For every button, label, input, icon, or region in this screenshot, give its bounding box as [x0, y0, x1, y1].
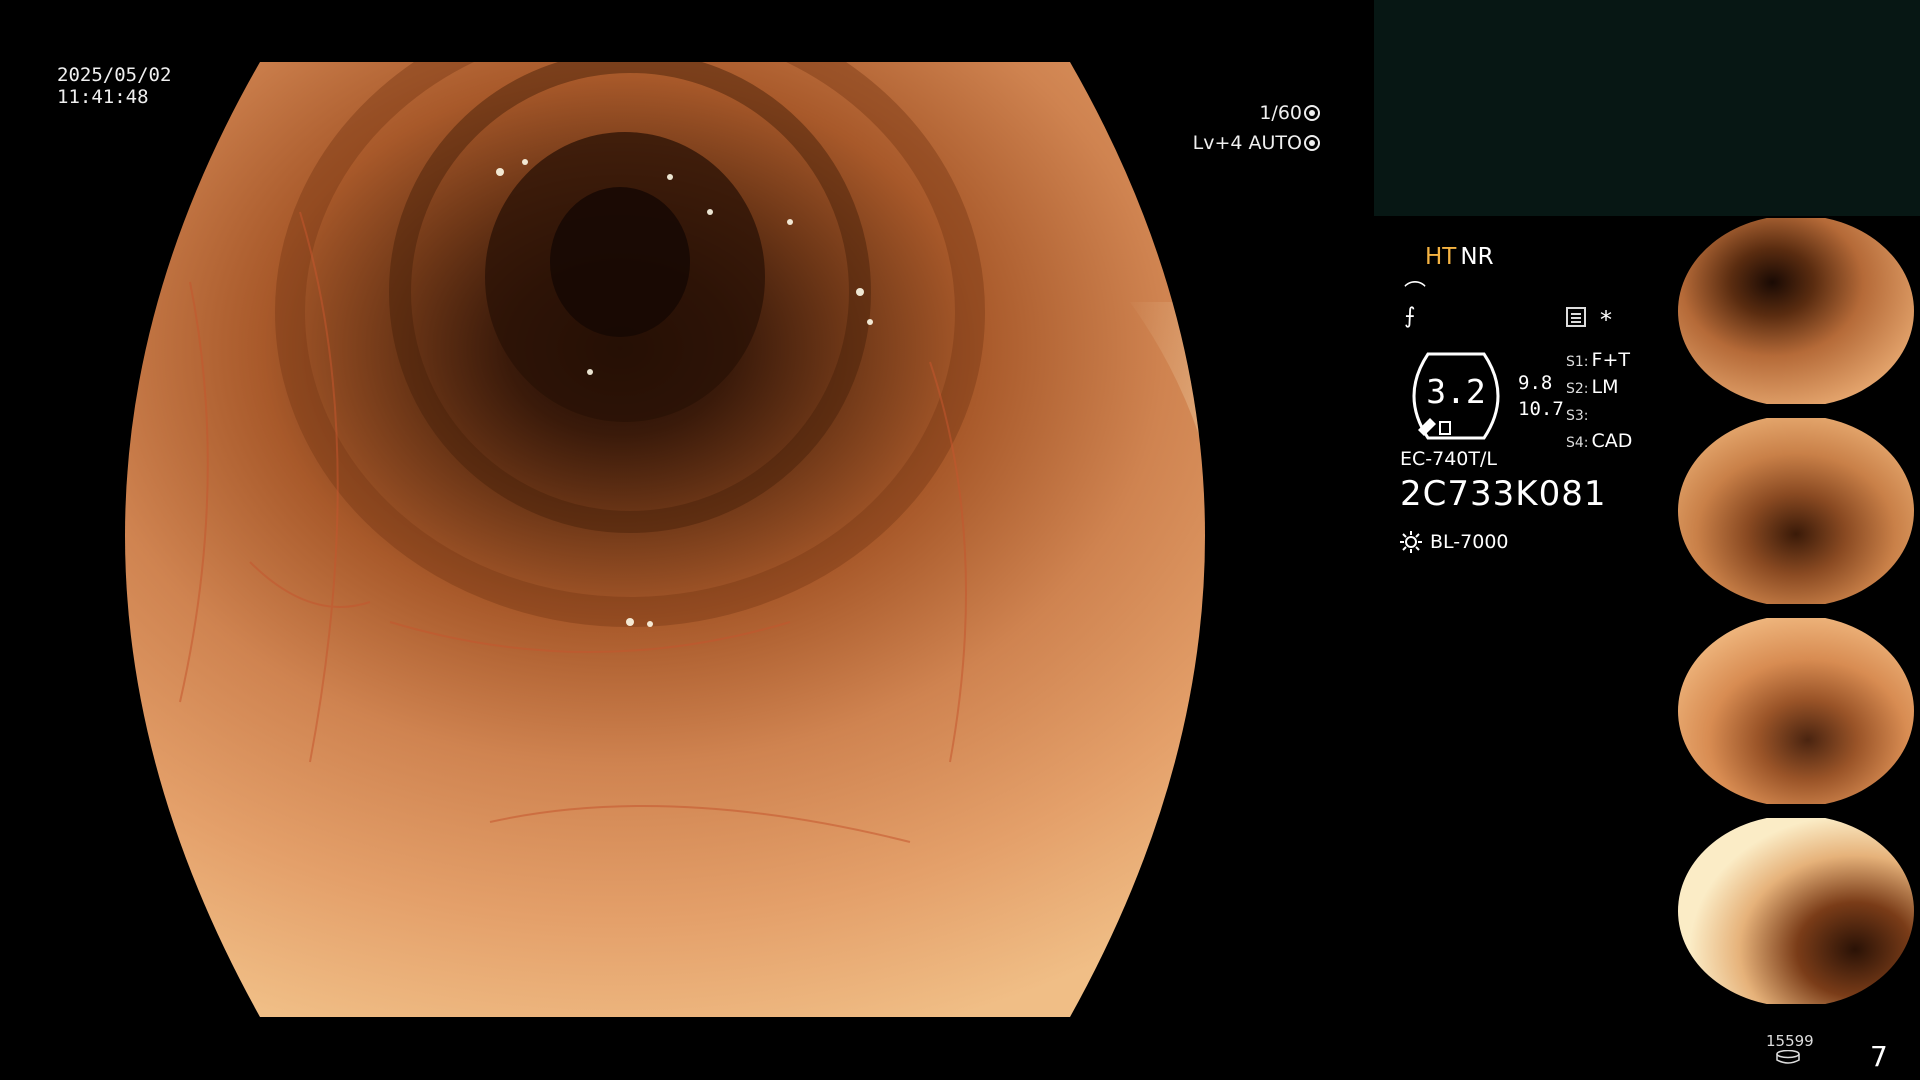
magnification-value: 3.2 — [1426, 372, 1486, 411]
thumbnail-4[interactable] — [1672, 818, 1920, 1004]
image-count: 15599 — [1766, 1032, 1814, 1050]
switch-slot-4: S4: CAD — [1566, 430, 1633, 452]
scope-serial: 2C733K081 — [1400, 474, 1607, 514]
light-source-label: BL-7000 — [1430, 531, 1509, 553]
auto-iris-icon — [1304, 135, 1320, 151]
switch-slot-1: S1: F+T — [1566, 349, 1630, 371]
thumbnail-image — [1678, 818, 1914, 1004]
nr-label: NR — [1460, 244, 1494, 270]
light-source: BL-7000 — [1400, 531, 1509, 553]
shutter-icon — [1304, 105, 1320, 121]
ht-label: HT — [1425, 244, 1457, 270]
endoscopic-view — [70, 62, 1320, 1017]
memo-icon — [1566, 307, 1586, 327]
thumbnail-3[interactable] — [1672, 618, 1920, 804]
enhancement-mode: HT NR — [1425, 244, 1494, 270]
brightness-level: Lv+4 — [1192, 132, 1243, 154]
asterisk-marker: * — [1600, 306, 1612, 334]
sub-value-1: 9.8 — [1518, 372, 1553, 394]
iris-mode: AUTO — [1248, 132, 1302, 154]
switch-slot-3: S3: — [1566, 408, 1589, 424]
thumbnail-image — [1678, 418, 1914, 604]
sub-value-2: 10.7 — [1518, 398, 1564, 420]
freeze-icon: ⨍ — [1404, 304, 1416, 329]
thumbnail-image — [1678, 218, 1914, 404]
page-number: 7 — [1870, 1040, 1888, 1073]
thumbnail-1[interactable] — [1672, 218, 1920, 404]
thumbnail-image — [1678, 618, 1914, 804]
shutter-speed: 1/60 — [1259, 102, 1302, 124]
light-source-icon — [1400, 531, 1422, 553]
thumbnail-2[interactable] — [1672, 418, 1920, 604]
switch-assignments: S1: F+T S2: LM S3: S4: CAD — [1566, 348, 1632, 456]
live-preview-panel — [1374, 0, 1920, 216]
structure-enhance-icon: ⌒ — [1404, 281, 1427, 306]
storage-disk-icon — [1776, 1050, 1800, 1064]
endoscopic-image — [125, 62, 1205, 1017]
switch-slot-2: S2: LM — [1566, 376, 1619, 398]
exposure-readout: 1/60 Lv+4 AUTO — [1193, 98, 1320, 158]
scope-model: EC-740T/L — [1400, 448, 1497, 470]
